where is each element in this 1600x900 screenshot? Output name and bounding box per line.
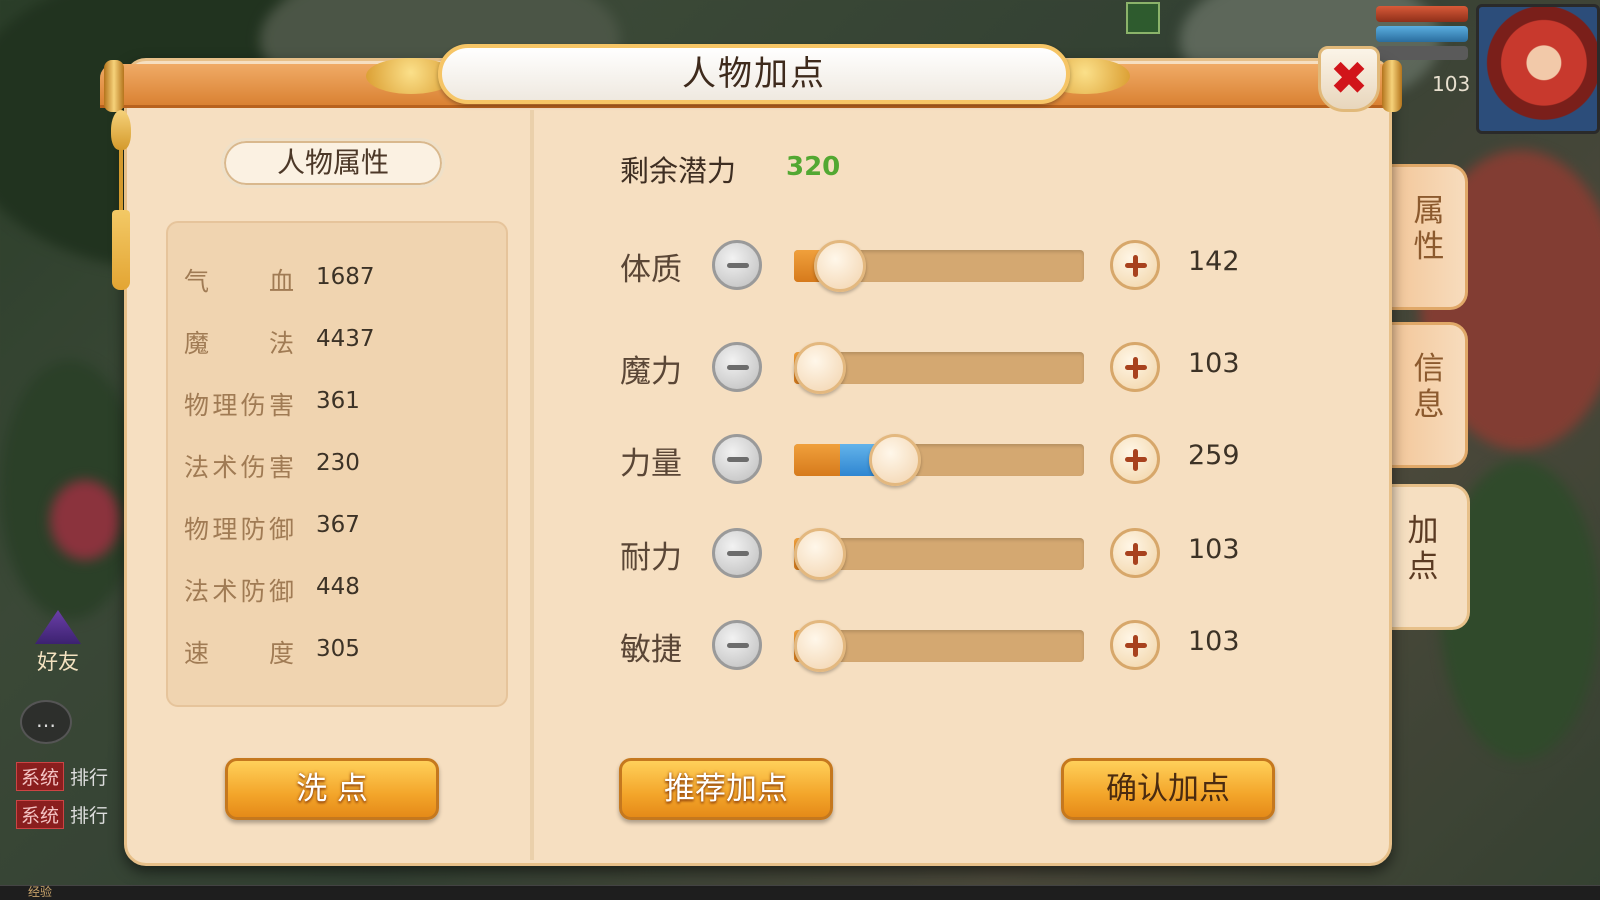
close-x-icon: ✖ (1329, 51, 1369, 105)
attribute-row-physical-damage: 物理伤害 361 (184, 386, 484, 426)
slider-knob[interactable] (794, 528, 846, 580)
attribute-value: 361 (316, 388, 360, 414)
player-avatar[interactable] (1476, 4, 1600, 134)
attribute-row-magic-defense: 法术防御 448 (184, 572, 484, 612)
attribute-value: 4437 (316, 326, 375, 352)
system-message-row: 系统 排行 (16, 800, 108, 829)
attribute-value: 448 (316, 574, 360, 600)
stat-row-endurance: 耐力 103 (620, 522, 1240, 582)
attributes-title: 人物属性 (276, 146, 389, 179)
window-title-banner: 人物加点 (438, 44, 1070, 104)
stat-name: 体质 (620, 252, 682, 288)
attribute-value: 367 (316, 512, 360, 538)
confirm-points-label: 确认加点 (1106, 771, 1230, 807)
attribute-label: 气血 (184, 267, 294, 296)
attribute-row-mp: 魔法 4437 (184, 324, 484, 364)
stat-slider[interactable] (794, 434, 1084, 486)
system-message-row: 系统 排行 (16, 762, 108, 791)
stat-name: 魔力 (620, 354, 682, 390)
scroll-rod-left (104, 60, 124, 112)
panel-divider (530, 110, 534, 860)
remaining-potential-value: 320 (786, 152, 841, 182)
minus-icon[interactable] (712, 434, 762, 484)
stat-name: 力量 (620, 446, 682, 482)
system-tag: 系统 (16, 800, 65, 829)
system-message-text: 排行 (70, 805, 109, 827)
system-message-text: 排行 (70, 767, 109, 789)
friends-button[interactable]: 好友 (28, 610, 88, 676)
tab-label: 信息 (1413, 351, 1445, 423)
attribute-row-speed: 速度 305 (184, 634, 484, 674)
tab-add-points[interactable]: 加点 (1386, 484, 1470, 630)
stat-slider[interactable] (794, 240, 1084, 292)
plus-icon[interactable] (1110, 240, 1160, 290)
stat-name: 敏捷 (620, 632, 682, 668)
recommend-points-button[interactable]: 推荐加点 (619, 758, 833, 820)
stat-value: 103 (1188, 626, 1240, 657)
stat-value: 103 (1188, 534, 1240, 565)
tab-info[interactable]: 信息 (1392, 322, 1468, 468)
stat-value: 142 (1188, 246, 1240, 277)
friends-hat-icon (35, 610, 81, 644)
attribute-value: 230 (316, 450, 360, 476)
tab-label: 加点 (1407, 513, 1439, 585)
stat-slider[interactable] (794, 342, 1084, 394)
tassel-ornament (110, 110, 132, 290)
attributes-heading: 人物属性 (221, 138, 445, 188)
plus-icon[interactable] (1110, 528, 1160, 578)
confirm-points-button[interactable]: 确认加点 (1061, 758, 1275, 820)
attribute-label: 法术防御 (184, 577, 294, 606)
minus-icon[interactable] (712, 528, 762, 578)
attribute-label: 法术伤害 (184, 453, 294, 482)
reset-points-button[interactable]: 洗 点 (225, 758, 439, 820)
stat-value: 259 (1188, 440, 1240, 471)
friends-label: 好友 (37, 650, 79, 674)
slider-base-fill (794, 444, 840, 476)
reset-points-label: 洗 点 (296, 771, 368, 807)
stat-slider[interactable] (794, 620, 1084, 672)
attribute-label: 物理伤害 (184, 391, 294, 420)
sp-bar (1376, 46, 1468, 60)
stat-row-strength: 力量 259 (620, 428, 1240, 488)
window-title: 人物加点 (682, 54, 826, 94)
stat-name: 耐力 (620, 540, 682, 576)
minus-icon[interactable] (712, 240, 762, 290)
chat-icon[interactable]: … (20, 700, 72, 744)
plus-icon[interactable] (1110, 434, 1160, 484)
attribute-label: 物理防御 (184, 515, 294, 544)
attribute-row-hp: 气血 1687 (184, 262, 484, 302)
system-tag: 系统 (16, 762, 65, 791)
minus-icon[interactable] (712, 342, 762, 392)
plus-icon[interactable] (1110, 342, 1160, 392)
experience-bar (0, 885, 1600, 900)
tab-attributes[interactable]: 属性 (1392, 164, 1468, 310)
experience-label: 经验 (28, 885, 53, 899)
stat-value: 103 (1188, 348, 1240, 379)
remaining-potential-label: 剩余潜力 (620, 154, 737, 188)
player-level: 103 (1432, 72, 1471, 96)
tab-label: 属性 (1413, 193, 1445, 265)
attribute-row-magic-damage: 法术伤害 230 (184, 448, 484, 488)
attribute-value: 1687 (316, 264, 375, 290)
minus-icon[interactable] (712, 620, 762, 670)
scroll-rod-right (1382, 60, 1402, 112)
plus-icon[interactable] (1110, 620, 1160, 670)
stat-row-magic: 魔力 103 (620, 336, 1240, 396)
attribute-value: 305 (316, 636, 360, 662)
slider-knob[interactable] (814, 240, 866, 292)
recommend-points-label: 推荐加点 (664, 771, 788, 807)
attribute-label: 速度 (184, 639, 294, 668)
stat-row-constitution: 体质 142 (620, 234, 1240, 294)
map-icon[interactable] (1126, 2, 1160, 34)
slider-knob[interactable] (869, 434, 921, 486)
stat-row-agility: 敏捷 103 (620, 614, 1240, 674)
close-button[interactable]: ✖ (1318, 46, 1380, 112)
slider-knob[interactable] (794, 342, 846, 394)
slider-knob[interactable] (794, 620, 846, 672)
attribute-label: 魔法 (184, 329, 294, 358)
attribute-row-physical-defense: 物理防御 367 (184, 510, 484, 550)
hp-bar (1376, 6, 1468, 22)
stat-slider[interactable] (794, 528, 1084, 580)
mp-bar (1376, 26, 1468, 42)
